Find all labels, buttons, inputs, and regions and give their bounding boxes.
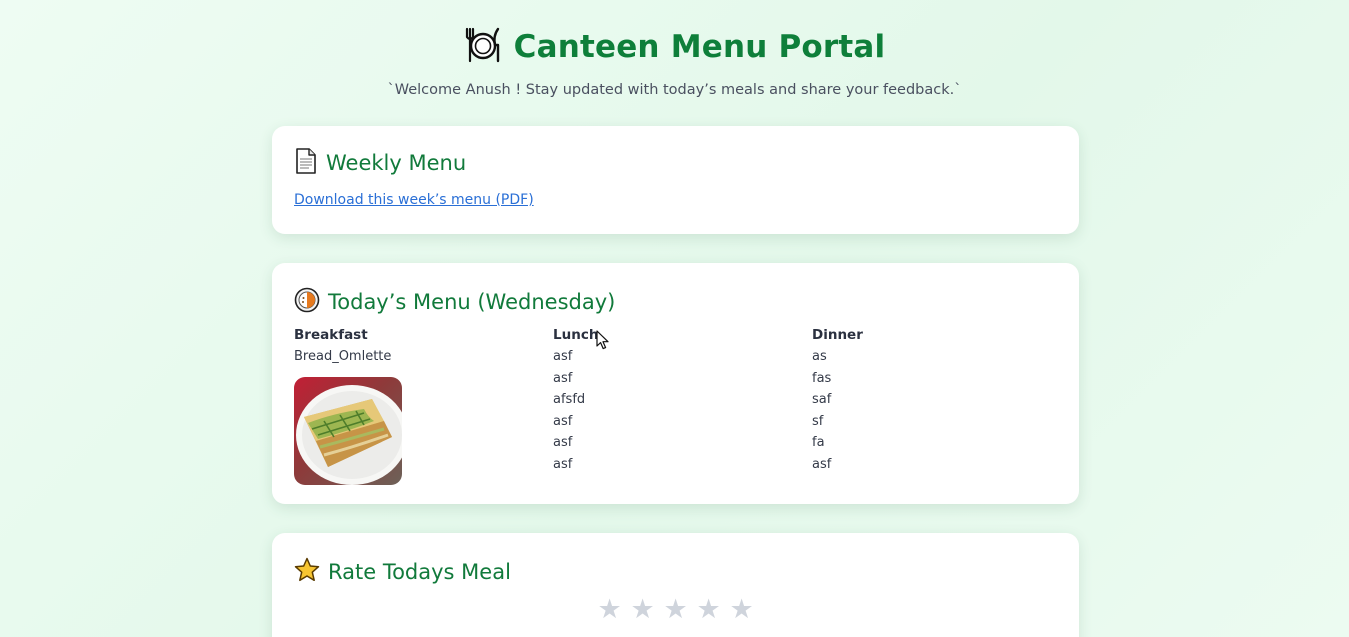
title-row: Canteen Menu Portal bbox=[0, 26, 1349, 68]
star-rating: ★ ★ ★ ★ ★ bbox=[272, 595, 1079, 625]
lunch-column: Lunch asf asf afsfd asf asf asf bbox=[553, 327, 793, 479]
lunch-item: afsfd bbox=[553, 392, 586, 408]
star-icon bbox=[294, 557, 320, 587]
lunch-item: asf bbox=[553, 435, 573, 451]
rating-star-5[interactable]: ★ bbox=[730, 595, 754, 625]
dinner-item: fas bbox=[812, 370, 832, 386]
plate-fork-knife-icon bbox=[464, 26, 502, 68]
dinner-item: asf bbox=[812, 456, 832, 472]
lunch-item: asf bbox=[553, 370, 573, 386]
lunch-item: asf bbox=[553, 413, 573, 429]
dinner-item: fa bbox=[812, 435, 825, 451]
weekly-menu-card: Weekly Menu Download this week’s menu (P… bbox=[272, 126, 1079, 234]
dinner-item: sf bbox=[812, 413, 824, 429]
download-weekly-menu-link[interactable]: Download this week’s menu (PDF) bbox=[294, 192, 534, 208]
mouse-pointer-icon bbox=[596, 330, 610, 354]
page-title: Canteen Menu Portal bbox=[513, 29, 886, 65]
document-icon bbox=[294, 148, 318, 178]
breakfast-heading: Breakfast bbox=[294, 327, 368, 343]
rate-meal-title: Rate Todays Meal bbox=[328, 560, 511, 584]
lunch-item: asf bbox=[553, 349, 573, 364]
todays-menu-card: Today’s Menu (Wednesday) Breakfast Bread… bbox=[272, 263, 1079, 504]
weekly-menu-header: Weekly Menu bbox=[294, 148, 466, 178]
breakfast-item: Bread_Omlette bbox=[294, 349, 392, 364]
rating-star-4[interactable]: ★ bbox=[697, 595, 721, 625]
welcome-subtitle: `Welcome Anush ! Stay updated with today… bbox=[387, 82, 962, 98]
rate-meal-header: Rate Todays Meal bbox=[294, 557, 511, 587]
dinner-column: Dinner as fas saf sf fa asf bbox=[812, 327, 1052, 479]
bread-omelette-photo bbox=[294, 376, 402, 485]
todays-menu-title: Today’s Menu (Wednesday) bbox=[328, 290, 616, 314]
rating-star-1[interactable]: ★ bbox=[598, 595, 622, 625]
food-plate-icon bbox=[294, 287, 320, 317]
rating-star-3[interactable]: ★ bbox=[664, 595, 688, 625]
weekly-menu-title: Weekly Menu bbox=[326, 151, 467, 175]
lunch-heading: Lunch bbox=[553, 327, 599, 343]
dinner-item: saf bbox=[812, 392, 832, 408]
dinner-heading: Dinner bbox=[812, 327, 863, 343]
page-header: Canteen Menu Portal `Welcome Anush ! Sta… bbox=[0, 26, 1349, 98]
breakfast-column: Breakfast Bread_Omlette bbox=[294, 327, 534, 485]
rating-star-2[interactable]: ★ bbox=[631, 595, 655, 625]
rate-meal-card: Rate Todays Meal ★ ★ ★ ★ ★ bbox=[272, 533, 1079, 637]
todays-menu-header: Today’s Menu (Wednesday) bbox=[294, 287, 615, 317]
dinner-item: as bbox=[812, 349, 827, 364]
lunch-item: asf bbox=[553, 456, 573, 472]
